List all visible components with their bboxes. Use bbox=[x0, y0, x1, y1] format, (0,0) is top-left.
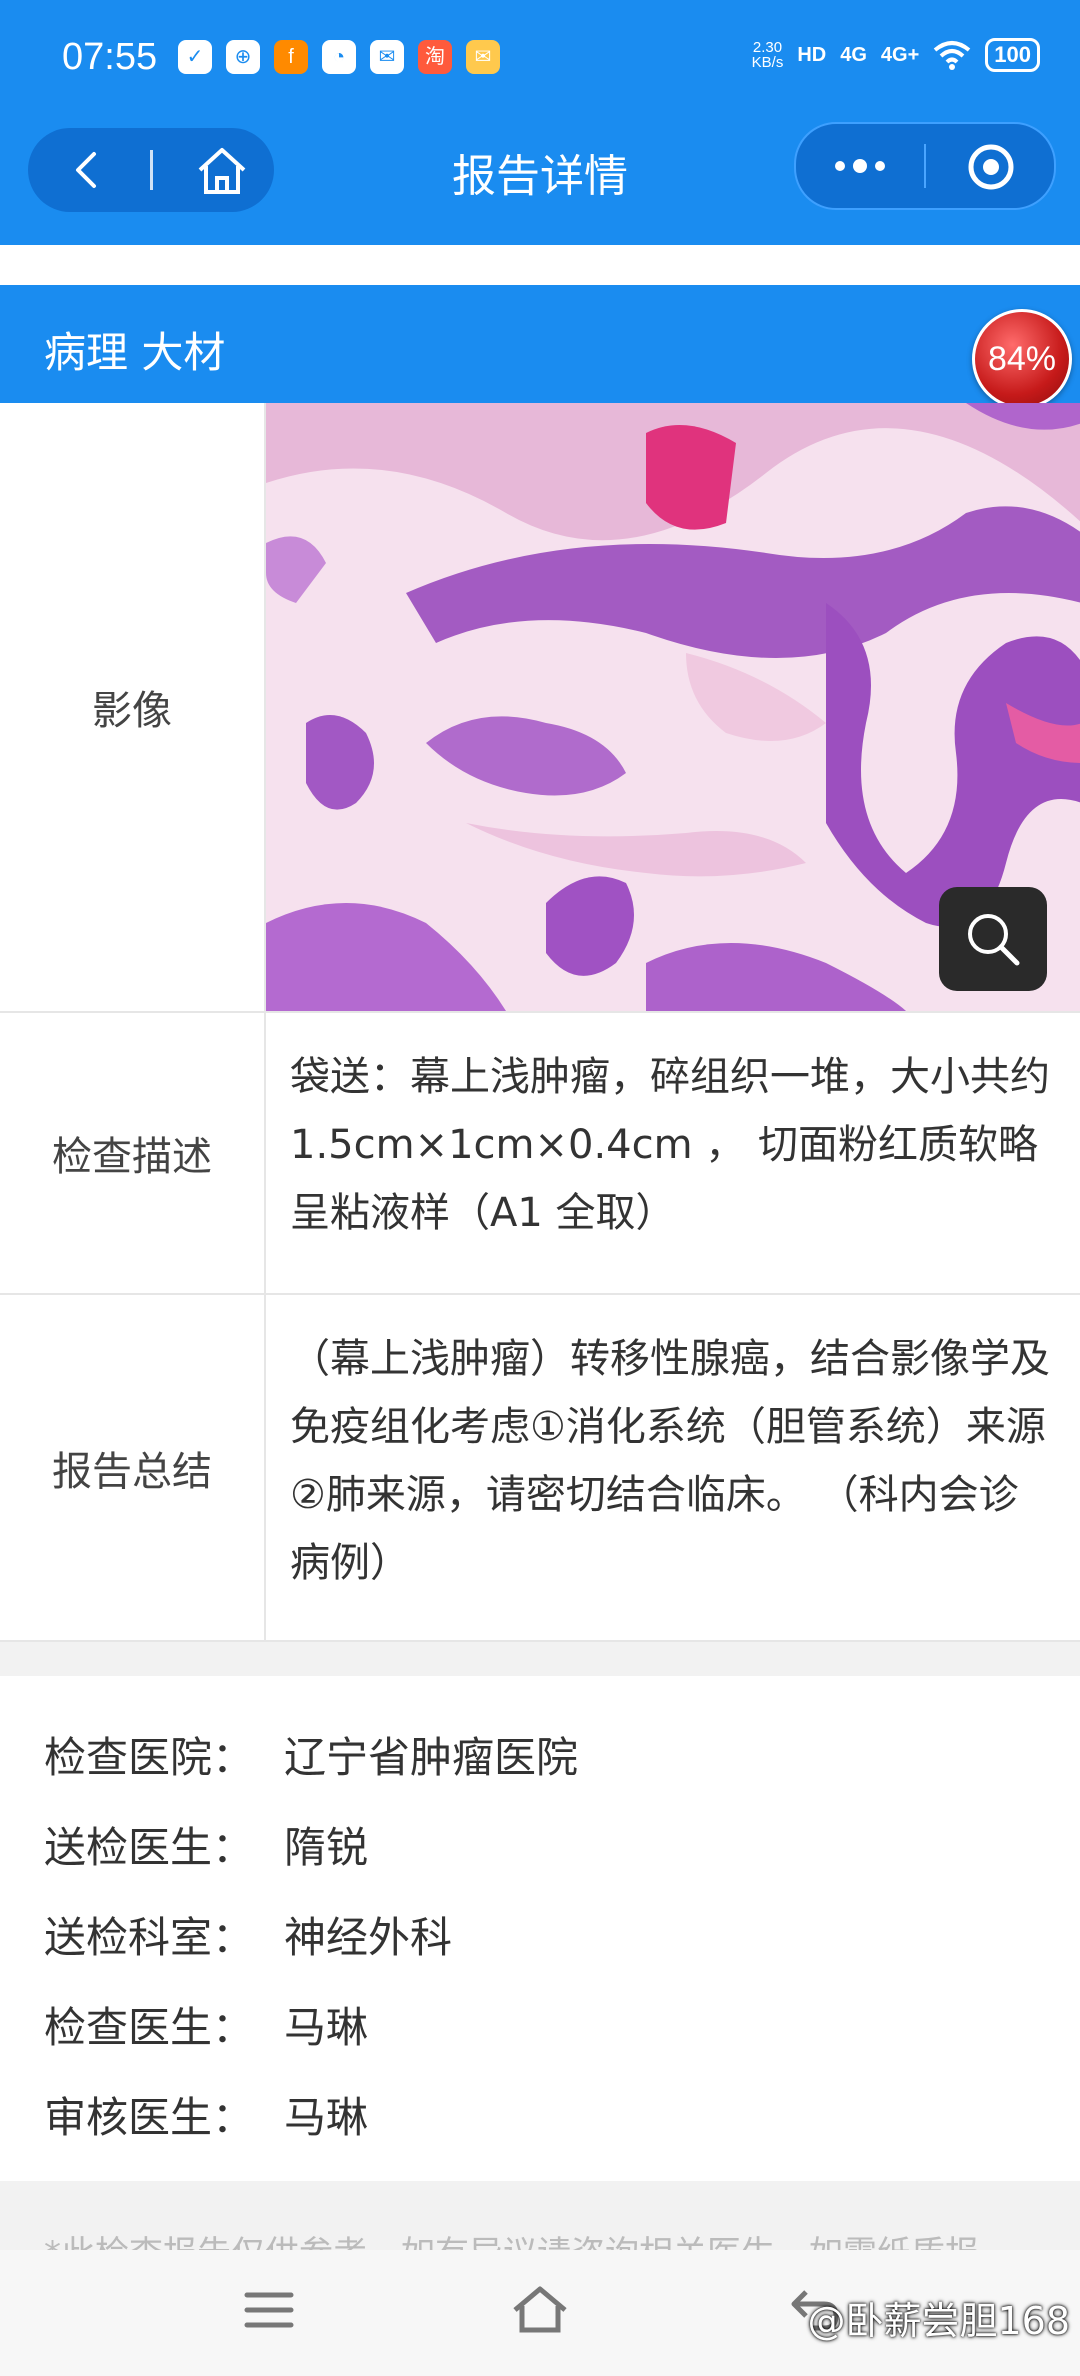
info-value: 辽宁省肿瘤医院 bbox=[284, 1733, 579, 1782]
info-value: 马琳 bbox=[284, 2093, 369, 2142]
info-value: 马琳 bbox=[284, 2003, 369, 2052]
info-send-doctor: 送检医生： 隋锐 bbox=[44, 1814, 368, 1875]
network-speed-value: 2.30 bbox=[752, 39, 783, 56]
report-info: 检查医院： 辽宁省肿瘤医院 送检医生： 隋锐 送检科室： 神经外科 检查医生： 马琳 审… bbox=[0, 1676, 1080, 2181]
hd-icon: HD bbox=[797, 43, 827, 66]
wifi-icon bbox=[934, 41, 971, 70]
info-value: 隋锐 bbox=[284, 1823, 369, 1872]
signal-4gplus-icon: 4G+ bbox=[880, 43, 920, 66]
progress-badge[interactable]: 84% bbox=[972, 309, 1072, 409]
search-icon bbox=[968, 914, 1020, 966]
clipboard-icon: ✓ bbox=[178, 40, 212, 74]
info-key: 送检医生： bbox=[44, 1823, 255, 1872]
summary-value: （幕上浅肿瘤）转移性腺癌，结合影像学及免疫组化考虑①消化系统（胆管系统）来源②肺… bbox=[290, 1336, 1050, 1586]
table-row-image: 影像 bbox=[0, 403, 1080, 1013]
info-review-doctor: 审核医生： 马琳 bbox=[44, 2084, 368, 2145]
mail-icon: ✉ bbox=[466, 40, 500, 74]
info-hospital: 检查医院： 辽宁省肿瘤医院 bbox=[44, 1724, 578, 1785]
table-row-summary: 报告总结 （幕上浅肿瘤）转移性腺癌，结合影像学及免疫组化考虑①消化系统（胆管系统… bbox=[0, 1295, 1080, 1642]
network-speed-unit: KB/s bbox=[751, 54, 784, 71]
info-key: 检查医生： bbox=[44, 2003, 255, 2052]
message-icon: ✉ bbox=[370, 40, 404, 74]
image-label: 影像 bbox=[0, 403, 266, 1011]
info-value: 神经外科 bbox=[284, 1913, 453, 1962]
menu-icon[interactable] bbox=[244, 2290, 294, 2330]
table-row-description: 检查描述 袋送：幕上浅肿瘤，碎组织一堆，大小共约 1.5cm×1cm×0.4cm… bbox=[0, 1013, 1080, 1295]
watermark: @卧薪尝胆168 bbox=[807, 2299, 1070, 2343]
summary-label: 报告总结 bbox=[0, 1295, 266, 1640]
section-header: 病理 大材 84% bbox=[0, 285, 1080, 409]
system-icons: 2.30 KB/s HD 4G 4G+ 100 bbox=[752, 38, 1040, 72]
capsule-divider bbox=[924, 144, 926, 188]
info-key: 审核医生： bbox=[44, 2093, 255, 2142]
network-speed: 2.30 KB/s bbox=[752, 40, 784, 70]
zoom-button[interactable] bbox=[939, 887, 1047, 991]
status-time: 07:55 bbox=[62, 36, 158, 78]
taobao-icon: 淘 bbox=[418, 40, 452, 74]
pathology-image[interactable] bbox=[266, 403, 1080, 1011]
info-key: 检查医院： bbox=[44, 1733, 255, 1782]
battery-indicator: 100 bbox=[985, 38, 1040, 72]
info-send-dept: 送检科室： 神经外科 bbox=[44, 1904, 452, 1965]
description-value: 袋送：幕上浅肿瘤，碎组织一堆，大小共约 1.5cm×1cm×0.4cm ， 切面… bbox=[290, 1054, 1050, 1236]
close-miniapp-icon[interactable] bbox=[966, 142, 1016, 192]
clock-app-icon: ◔ bbox=[322, 40, 356, 74]
more-icon[interactable] bbox=[832, 154, 888, 178]
description-label: 检查描述 bbox=[0, 1013, 266, 1293]
f-app-icon: f bbox=[274, 40, 308, 74]
info-exam-doctor: 检查医生： 马琳 bbox=[44, 1994, 368, 2055]
top-bar: 07:55 ✓ ⊕ f ◔ ✉ 淘 ✉ 2.30 KB/s HD 4G 4G+ bbox=[0, 0, 1080, 245]
notification-icons: ✓ ⊕ f ◔ ✉ 淘 ✉ bbox=[178, 40, 500, 74]
spacer bbox=[0, 245, 1080, 285]
home-nav-icon[interactable] bbox=[510, 2284, 570, 2334]
info-key: 送检科室： bbox=[44, 1913, 255, 1962]
miniapp-capsule bbox=[794, 122, 1056, 210]
section-title: 病理 大材 bbox=[44, 328, 226, 377]
report-table: 影像 检查描述 袋送：幕上浅肿瘤，碎组织一堆，大小共约 1.5cm×1cm×0.… bbox=[0, 403, 1080, 1642]
signal-4g-icon: 4G bbox=[840, 43, 867, 66]
app-icon: ⊕ bbox=[226, 40, 260, 74]
status-bar: 07:55 ✓ ⊕ f ◔ ✉ 淘 ✉ 2.30 KB/s HD 4G 4G+ bbox=[0, 0, 1080, 120]
